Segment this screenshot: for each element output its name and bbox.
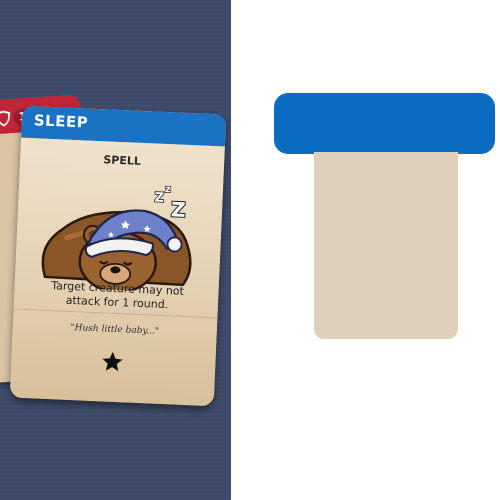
target-slot-body[interactable] xyxy=(314,152,458,339)
spell-card[interactable]: SLEEP SPELL Z z Z Target creature may no… xyxy=(9,105,227,407)
card-title: SLEEP xyxy=(33,111,89,132)
target-slot-header[interactable] xyxy=(274,93,495,154)
svg-text:Z: Z xyxy=(171,197,187,222)
svg-text:z: z xyxy=(165,184,171,195)
zzz-text: Z xyxy=(154,191,164,206)
shield-icon xyxy=(0,110,11,127)
game-board: 1 SLEEP SPELL Z z Z xyxy=(0,0,231,500)
sleeping-bear-icon: Z z Z xyxy=(41,183,192,294)
star-icon xyxy=(102,351,123,372)
